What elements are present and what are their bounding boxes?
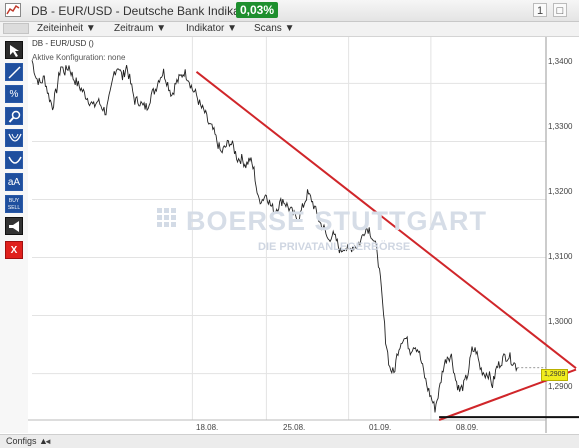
percent-icon: % (9, 89, 19, 100)
cursor-tool-button[interactable] (5, 41, 23, 59)
percent-tool-button[interactable]: % (5, 85, 23, 103)
chart-app-icon (5, 3, 21, 17)
curve-icon (8, 156, 22, 164)
x-tick-label: 25.08. (283, 423, 306, 432)
x-tick-label: 18.08. (196, 423, 219, 432)
delete-icon: X (10, 245, 18, 256)
configs-button[interactable]: Configs ▲ (6, 436, 48, 446)
price-chart[interactable] (28, 37, 579, 438)
y-tick-label: 1,2900 (548, 382, 573, 391)
x-tick-label: 01.09. (369, 423, 392, 432)
window-titlebar: DB - EUR/USD - Deutsche Bank Indikation … (0, 0, 579, 22)
buy-sell-icon: BUY SELL (7, 198, 21, 211)
fibonacci-tool-button[interactable] (5, 129, 23, 147)
change-badge: 0,03% (236, 2, 279, 18)
drawing-tools-sidebar: % aA BUY SELL X (0, 37, 28, 433)
chart-footer: Configs ▲ ◄ (0, 434, 579, 448)
scroll-left-arrow-icon[interactable]: ◄ (44, 437, 52, 446)
y-tick-label: 1,3400 (548, 57, 573, 66)
magnifier-icon (8, 110, 21, 123)
config-legend: Aktive Konfiguration: none (32, 53, 126, 62)
y-tick-label: 1,3000 (548, 317, 573, 326)
menu-zeiteinheit[interactable]: Zeiteinheit ▼ (37, 23, 96, 34)
fibonacci-arc-icon (8, 133, 22, 142)
y-tick-label: 1,3300 (548, 122, 573, 131)
text-tool-button[interactable]: aA (5, 173, 23, 191)
close-button[interactable]: □ (553, 3, 567, 17)
series-legend: DB - EUR/USD () (32, 39, 94, 48)
y-tick-label: 1,3200 (548, 187, 573, 196)
window-title: DB - EUR/USD - Deutsche Bank Indikation (31, 4, 260, 18)
watermark-brand: BOERSE STUTTGART (186, 206, 488, 236)
collapse-button[interactable] (3, 23, 29, 34)
x-tick-label: 08.09. (456, 423, 479, 432)
menu-indikator[interactable]: Indikator ▼ (186, 23, 237, 34)
delete-tool-button[interactable]: X (5, 241, 23, 259)
megaphone-icon (9, 221, 19, 232)
menu-zeitraum[interactable]: Zeitraum ▼ (114, 23, 166, 34)
chart-toolbar: Zeiteinheit ▼ Zeitraum ▼ Indikator ▼ Sca… (0, 22, 579, 37)
curve-tool-button[interactable] (5, 151, 23, 169)
watermark-tagline: DIE PRIVATANLEGERBÖRSE (258, 241, 411, 253)
last-price-tag: 1,2909 (541, 369, 569, 381)
trendline-tool-button[interactable] (5, 63, 23, 81)
zoom-tool-button[interactable] (5, 107, 23, 125)
y-tick-label: 1,3100 (548, 252, 573, 261)
buy-sell-tool-button[interactable]: BUY SELL (5, 195, 23, 213)
pin-button[interactable]: 1 (533, 3, 547, 17)
boerse-stuttgart-logo (157, 208, 176, 227)
menu-scans[interactable]: Scans ▼ (254, 23, 294, 34)
trendline-icon (8, 66, 21, 79)
text-icon: aA (7, 177, 21, 188)
alert-tool-button[interactable] (5, 217, 23, 235)
cursor-arrow-icon (10, 45, 19, 57)
